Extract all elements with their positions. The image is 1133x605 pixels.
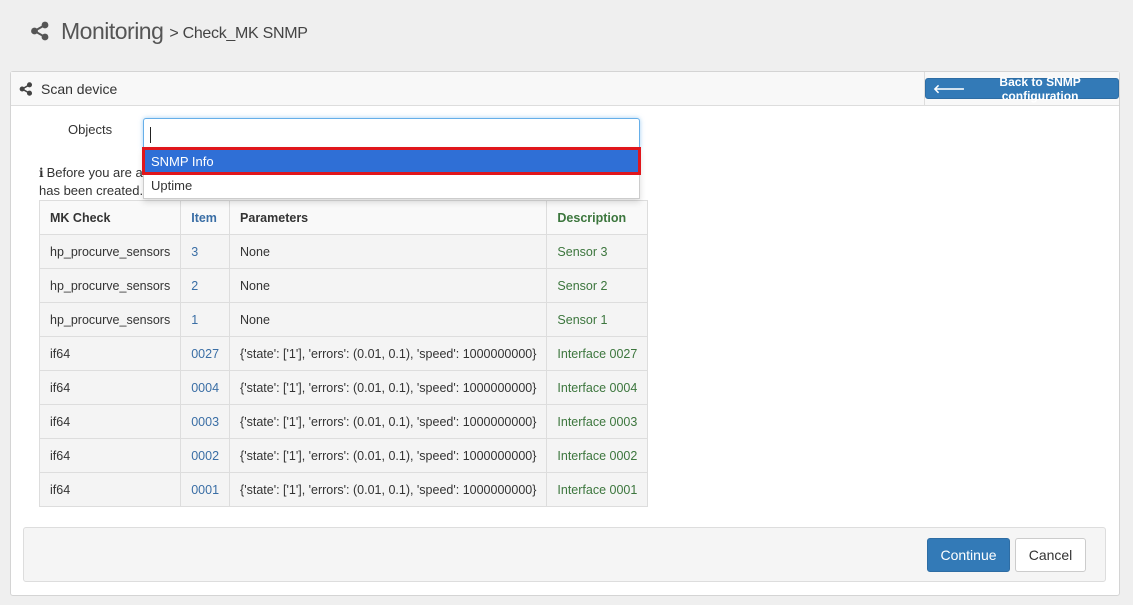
back-to-snmp-configuration-button[interactable]: 🡐 Back to SNMP configuration (925, 75, 1119, 103)
info-icon: i (39, 166, 44, 180)
table-row: hp_procurve_sensors 2 None Sensor 2 (38, 268, 649, 303)
cell-mk-check: if64 (38, 472, 182, 507)
panel-heading: Scan device 🡐 Back to SNMP configuration (11, 72, 1119, 106)
cell-parameters: None (229, 234, 548, 269)
form-footer: Continue Cancel (23, 527, 1106, 582)
cell-description[interactable]: Interface 0002 (546, 438, 649, 473)
table-row: if64 0003 {'state': ['1'], 'errors': (0.01… (38, 404, 649, 439)
panel-title: Scan device (41, 80, 118, 97)
cell-parameters: {'state': ['1'], 'errors': (0.01, 0.1), … (229, 472, 548, 507)
objects-input[interactable] (143, 118, 640, 150)
dropdown-item-uptime[interactable]: Uptime (144, 173, 639, 198)
cell-description[interactable]: Sensor 1 (546, 302, 649, 337)
cell-description[interactable]: Sensor 3 (546, 234, 649, 269)
cell-item[interactable]: 0002 (180, 438, 231, 473)
back-button-wrap: 🡐 Back to SNMP configuration (924, 72, 1119, 105)
info-line-1: Before you are a (46, 165, 143, 180)
cell-description[interactable]: Interface 0003 (546, 404, 649, 439)
page-title: Monitoring (61, 17, 164, 44)
objects-dropdown: SNMP Info Uptime (142, 147, 641, 199)
header-parameters: Parameters (229, 200, 548, 235)
cell-parameters: None (229, 302, 548, 337)
continue-button[interactable]: Continue (927, 538, 1010, 572)
cell-item[interactable]: 3 (180, 234, 231, 269)
cell-description[interactable]: Interface 0027 (546, 336, 649, 371)
cell-description[interactable]: Interface 0004 (546, 370, 649, 405)
info-message: i Before you are a has been created. (39, 164, 149, 199)
cell-mk-check: if64 (38, 336, 182, 371)
table-row: hp_procurve_sensors 3 None Sensor 3 (38, 234, 649, 269)
text-caret (150, 127, 151, 143)
table-row: if64 0001 {'state': ['1'], 'errors': (0.01… (38, 472, 649, 507)
cell-mk-check: hp_procurve_sensors (38, 302, 182, 337)
table-row: hp_procurve_sensors 1 None Sensor 1 (38, 302, 649, 337)
cell-description[interactable]: Sensor 2 (546, 268, 649, 303)
cell-item[interactable]: 0003 (180, 404, 231, 439)
cell-parameters: None (229, 268, 548, 303)
scan-results-table: MK Check Item Parameters Description hp_… (38, 200, 649, 507)
share-icon (19, 81, 33, 96)
cell-parameters: {'state': ['1'], 'errors': (0.01, 0.1), … (229, 336, 548, 371)
cell-item[interactable]: 1 (180, 302, 231, 337)
page-subtitle: > Check_MK SNMP (169, 25, 308, 42)
arrow-left-icon: 🡐 (933, 82, 966, 96)
objects-label: Objects (68, 122, 113, 137)
header-mk-check: MK Check (38, 200, 182, 235)
cell-item[interactable]: 2 (180, 268, 231, 303)
header-description[interactable]: Description (546, 200, 649, 235)
cell-item[interactable]: 0001 (180, 472, 231, 507)
scan-device-panel: Scan device 🡐 Back to SNMP configuration… (10, 71, 1120, 596)
back-button-label: Back to SNMP configuration (999, 74, 1081, 103)
cell-item[interactable]: 0004 (180, 370, 231, 405)
cell-parameters: {'state': ['1'], 'errors': (0.01, 0.1), … (229, 404, 548, 439)
cell-mk-check: if64 (38, 404, 182, 439)
table-row: if64 0027 {'state': ['1'], 'errors': (0.01… (38, 336, 649, 371)
info-line-2: has been created. (39, 183, 144, 198)
cell-parameters: {'state': ['1'], 'errors': (0.01, 0.1), … (229, 438, 548, 473)
header-item[interactable]: Item (180, 200, 231, 235)
dropdown-item-snmp-info[interactable]: SNMP Info (142, 147, 641, 175)
cell-mk-check: if64 (38, 438, 182, 473)
page-header: Monitoring > Check_MK SNMP (30, 14, 308, 48)
cell-mk-check: hp_procurve_sensors (38, 268, 182, 303)
table-row: if64 0002 {'state': ['1'], 'errors': (0.01… (38, 438, 649, 473)
cancel-button[interactable]: Cancel (1015, 538, 1086, 572)
table-header-row: MK Check Item Parameters Description (38, 200, 649, 235)
cell-description[interactable]: Interface 0001 (546, 472, 649, 507)
cell-parameters: {'state': ['1'], 'errors': (0.01, 0.1), … (229, 370, 548, 405)
cell-mk-check: if64 (38, 370, 182, 405)
cell-mk-check: hp_procurve_sensors (38, 234, 182, 269)
share-icon (31, 21, 49, 41)
cell-item[interactable]: 0027 (180, 336, 231, 371)
table-row: if64 0004 {'state': ['1'], 'errors': (0.01… (38, 370, 649, 405)
